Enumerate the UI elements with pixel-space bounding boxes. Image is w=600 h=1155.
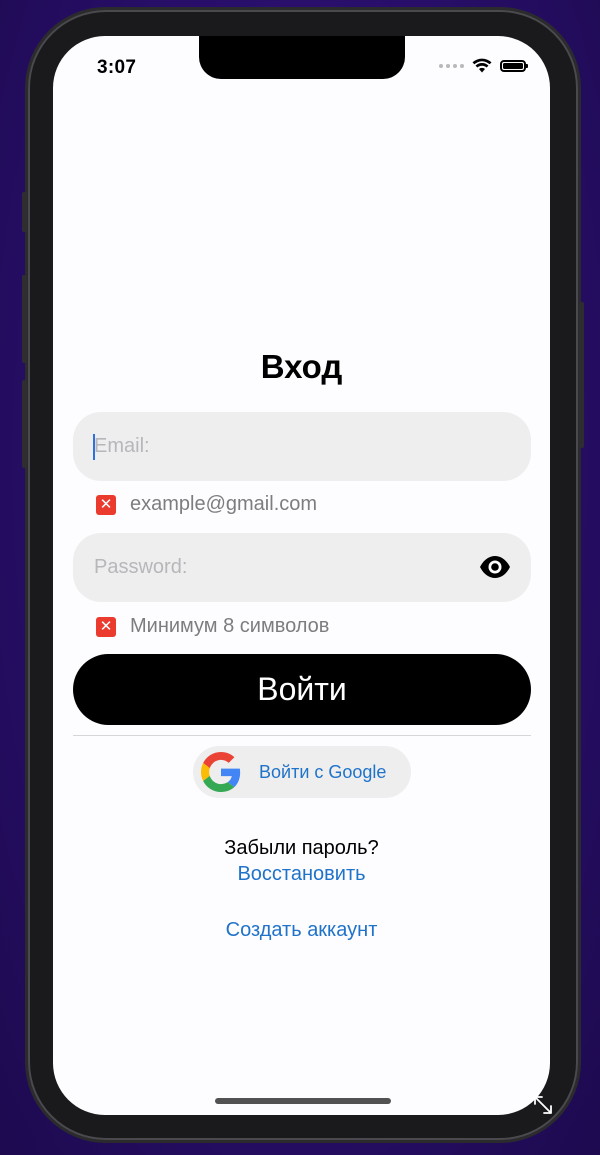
google-signin-button[interactable]: Войти с Google	[193, 746, 411, 798]
silent-switch	[22, 192, 27, 232]
resize-icon[interactable]	[532, 1094, 554, 1116]
page-title: Вход	[260, 348, 343, 385]
create-account-link[interactable]: Создать аккаунт	[53, 919, 550, 942]
error-x-icon: ✕	[96, 616, 116, 637]
eye-icon[interactable]	[479, 554, 511, 580]
divider	[73, 735, 531, 736]
power-button	[579, 302, 584, 448]
status-icons	[439, 58, 528, 73]
status-time: 3:07	[97, 57, 137, 78]
password-hint: ✕ Минимум 8 символов	[96, 615, 329, 638]
forgot-password-text: Забыли пароль?	[224, 837, 379, 859]
battery-icon	[500, 59, 528, 72]
restore-password-link[interactable]: Восстановить	[53, 863, 550, 886]
text-caret	[93, 434, 95, 460]
password-field-container[interactable]	[73, 533, 531, 602]
signal-icon	[439, 63, 464, 68]
error-x-icon: ✕	[96, 494, 116, 515]
wifi-icon	[472, 58, 492, 73]
home-indicator[interactable]	[215, 1098, 391, 1104]
password-input[interactable]	[94, 533, 454, 602]
email-hint: ✕ example@gmail.com	[96, 493, 317, 516]
notch	[199, 36, 405, 79]
google-logo-icon	[201, 752, 241, 792]
email-input[interactable]	[94, 412, 454, 481]
login-button[interactable]: Войти	[73, 654, 531, 725]
google-signin-label: Войти с Google	[259, 761, 387, 782]
volume-up-button	[22, 275, 27, 363]
email-field-container[interactable]	[73, 412, 531, 481]
app-screen: 3:07 Вход ✕ example@gmail.com ✕ Минимум …	[53, 36, 550, 1115]
email-hint-text: example@gmail.com	[130, 493, 318, 515]
password-hint-text: Минимум 8 символов	[130, 615, 330, 637]
volume-down-button	[22, 380, 27, 468]
